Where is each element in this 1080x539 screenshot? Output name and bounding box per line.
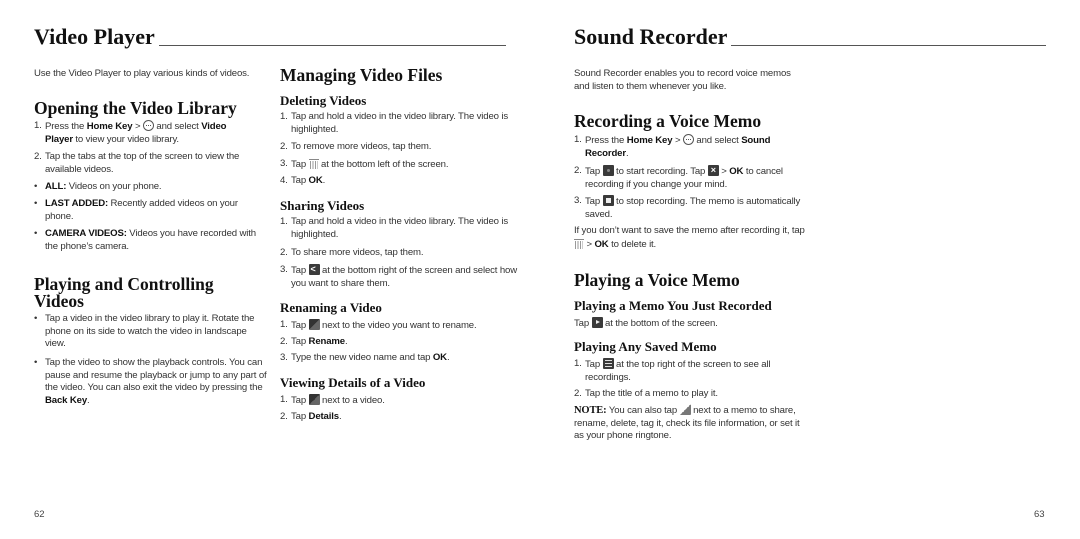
intro-text: Use the Video Player to play various kin… (34, 68, 250, 79)
record-icon (602, 165, 614, 176)
list-item: 2. Tap the tabs at the top of the screen … (34, 151, 240, 175)
stop-icon (602, 195, 614, 206)
trash-icon (308, 158, 319, 169)
bullet-item: • Tap the video to show the playback cont… (34, 357, 267, 406)
page-title-video-player: Video Player (34, 24, 506, 50)
more-options-icon (308, 394, 320, 405)
play-just-recorded-text: Tap at the bottom of the screen. (574, 317, 718, 329)
cancel-icon (707, 164, 719, 177)
heading-playing-controlling: Playing and Controlling Videos (34, 274, 214, 311)
page-title-sound-recorder: Sound Recorder (574, 24, 1046, 50)
heading-renaming-video: Renaming a Video (280, 300, 382, 315)
list-item: 3.Tap at the bottom right of the screen … (280, 263, 519, 290)
list-item: 2.Tap to start recording. Tap > OK to ca… (574, 164, 813, 191)
title-rule (158, 45, 506, 46)
more-options-icon (679, 404, 691, 415)
page-number: 62 (34, 509, 45, 520)
list-item: 2. Tap the title of a memo to play it. (574, 388, 718, 399)
list-icon (602, 358, 614, 369)
play-icon (591, 317, 603, 328)
heading-viewing-details: Viewing Details of a Video (280, 375, 426, 390)
list-item: 4. Tap OK. (280, 175, 326, 186)
bullet-item: • LAST ADDED: Recently added videos on yo… (34, 198, 238, 222)
list-item: 3. Tap to stop recording. The memo is aut… (574, 195, 801, 220)
list-item: 1. Tap and hold a video in the video libr… (280, 216, 508, 240)
list-item: 3. Type the new video name and tap OK. (280, 352, 450, 363)
list-item: 3. Tap at the bottom left of the screen. (280, 158, 449, 170)
heading-managing-files: Managing Video Files (280, 65, 443, 85)
bullet-item: • Tap a video in the video library to pla… (34, 313, 255, 350)
page-number: 63 (1034, 509, 1045, 520)
heading-deleting-videos: Deleting Videos (280, 93, 367, 108)
share-icon (308, 263, 320, 276)
heading-recording-memo: Recording a Voice Memo (574, 111, 762, 131)
apps-menu-icon (142, 120, 154, 131)
bullet-item: • ALL: Videos on your phone. (34, 181, 162, 192)
more-options-icon (308, 319, 320, 330)
heading-playing-just-recorded: Playing a Memo You Just Recorded (574, 298, 772, 313)
intro-text: Sound Recorder enables you to record voi… (574, 68, 791, 92)
delete-memo-text: If you don’t want to save the memo after… (574, 225, 805, 250)
list-item: 1. Tap next to the video you want to rena… (280, 319, 477, 331)
heading-sharing-videos: Sharing Videos (280, 198, 365, 213)
list-item: 2. To share more videos, tap them. (280, 247, 424, 258)
bullet-item: • CAMERA VIDEOS: Videos you have recorded… (34, 228, 256, 252)
list-item: 2. To remove more videos, tap them. (280, 141, 432, 152)
list-item: 1. Tap next to a video. (280, 394, 385, 406)
title-rule (731, 45, 1046, 46)
trash-icon (574, 238, 584, 249)
list-item: 2. Tap Details. (280, 411, 342, 422)
list-item: 2. Tap Rename. (280, 336, 348, 347)
apps-menu-icon (682, 134, 694, 145)
list-item: 1. Tap and hold a video in the video libr… (280, 111, 508, 135)
heading-opening-library: Opening the Video Library (34, 98, 237, 118)
heading-playing-saved-memo: Playing Any Saved Memo (574, 339, 717, 354)
list-item: 1. Press the Home Key > and select Sound … (574, 134, 771, 159)
list-item: 1. Tap at the top right of the screen to … (574, 358, 771, 383)
note-text: NOTE: You can also tap next to a memo to… (574, 404, 800, 442)
heading-playing-memo: Playing a Voice Memo (574, 270, 740, 290)
list-item: 1. Press the Home Key > and select Video … (34, 120, 227, 145)
